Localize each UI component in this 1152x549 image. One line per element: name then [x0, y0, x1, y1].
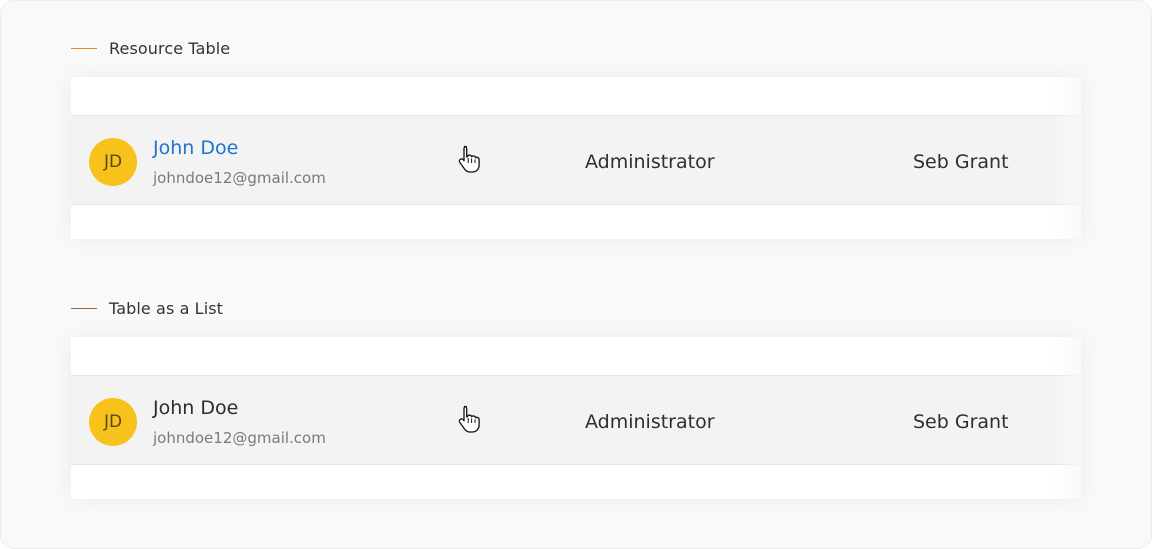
section-title: Table as a List	[109, 298, 224, 318]
user-role: Administrator	[585, 411, 715, 433]
canvas: Resource Table JD John Doe johndoe12@gma…	[0, 0, 1152, 549]
accent-line	[71, 307, 97, 309]
list-item[interactable]: JD John Doe johndoe12@gmail.com Administ…	[71, 375, 1081, 465]
user-owner: Seb Grant	[913, 151, 1009, 173]
accent-line	[71, 47, 97, 49]
section-title: Resource Table	[109, 38, 231, 58]
user-name-link[interactable]: John Doe	[153, 137, 238, 159]
hand-pointer-icon	[458, 405, 480, 433]
user-name: John Doe	[153, 397, 239, 419]
user-email: johndoe12@gmail.com	[153, 429, 326, 447]
user-email: johndoe12@gmail.com	[153, 169, 326, 187]
avatar: JD	[89, 138, 137, 186]
user-role: Administrator	[585, 151, 715, 173]
table-row[interactable]: JD John Doe johndoe12@gmail.com Administ…	[71, 115, 1081, 205]
user-owner: Seb Grant	[913, 411, 1009, 433]
section-resource-table: Resource Table JD John Doe johndoe12@gma…	[71, 37, 1081, 239]
hand-pointer-icon	[458, 145, 480, 173]
table-spacer	[71, 77, 1081, 115]
resource-table: JD John Doe johndoe12@gmail.com Administ…	[71, 77, 1081, 239]
avatar: JD	[89, 398, 137, 446]
section-header: Resource Table	[71, 37, 1081, 59]
section-header: Table as a List	[71, 297, 1081, 319]
list-table: JD John Doe johndoe12@gmail.com Administ…	[71, 337, 1081, 499]
table-spacer	[71, 337, 1081, 375]
section-table-as-list: Table as a List JD John Doe johndoe12@gm…	[71, 297, 1081, 499]
